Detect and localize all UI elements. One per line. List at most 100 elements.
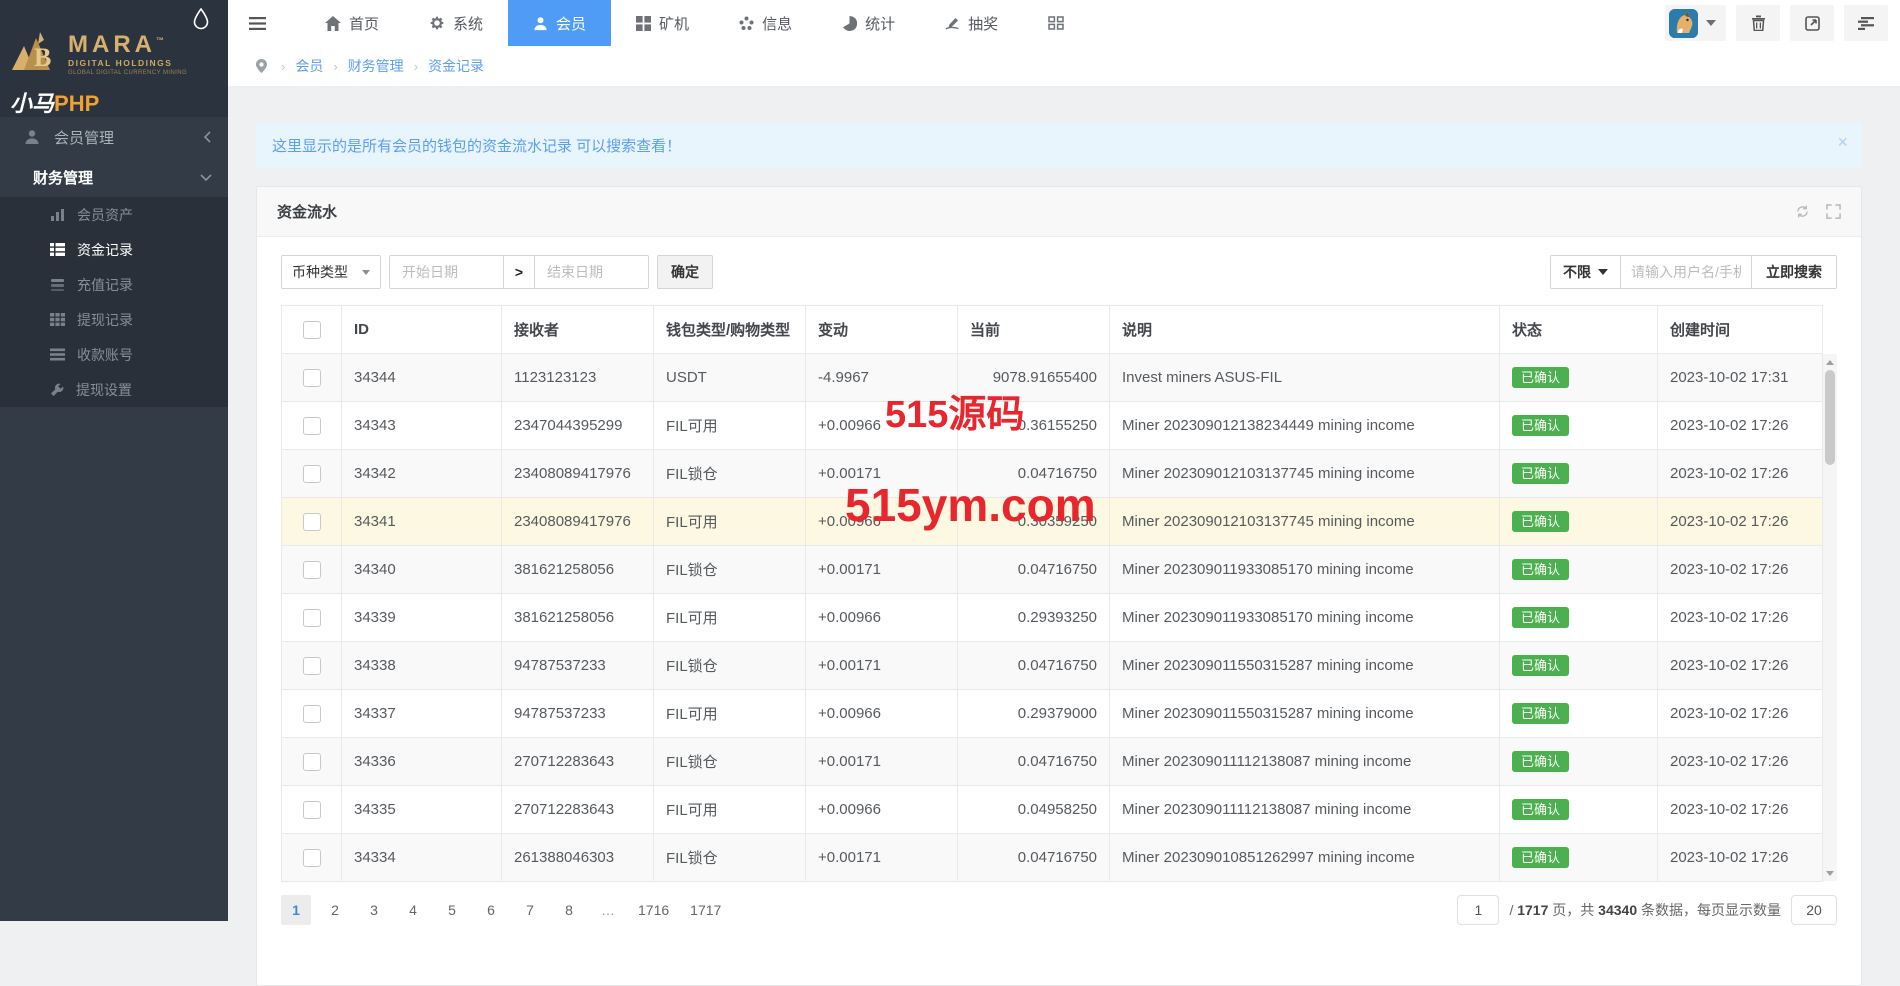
breadcrumb-item-finance[interactable]: 财务管理 — [348, 56, 404, 76]
row-checkbox[interactable] — [303, 609, 321, 627]
nav-item-miners[interactable]: 矿机 — [611, 0, 714, 46]
cell-id: 34344 — [342, 354, 502, 402]
cell-receiver: 94787537233 — [502, 642, 654, 690]
filter-toolbar: 币种类型 > 确定 — [281, 255, 1837, 289]
cell-wallet-type: FIL锁仓 — [654, 450, 806, 498]
cell-wallet-type: FIL可用 — [654, 498, 806, 546]
sidebar-item-deposit-records[interactable]: 充值记录 — [0, 267, 228, 302]
refresh-icon[interactable] — [1795, 204, 1810, 219]
column-header: 钱包类型/购物类型 — [654, 306, 806, 354]
table-vertical-scrollbar[interactable] — [1823, 354, 1837, 881]
alert-close-icon[interactable]: × — [1837, 133, 1848, 151]
cell-change: +0.00966 — [806, 786, 958, 834]
sidebar-item-withdraw-settings[interactable]: 提现设置 — [0, 372, 228, 407]
sidebar-item-withdraw-records[interactable]: 提现记录 — [0, 302, 228, 337]
trash-button[interactable] — [1736, 5, 1780, 41]
row-checkbox[interactable] — [303, 465, 321, 483]
row-checkbox[interactable] — [303, 801, 321, 819]
cell-current: 0.04716750 — [958, 738, 1110, 786]
sidebar-item-fund-records[interactable]: 资金记录 — [0, 232, 228, 267]
nav-item-members[interactable]: 会员 — [508, 0, 611, 46]
row-checkbox[interactable] — [303, 369, 321, 387]
cell-created-time: 2023-10-02 17:26 — [1658, 594, 1823, 642]
cell-current: 9078.91655400 — [958, 354, 1110, 402]
row-checkbox[interactable] — [303, 753, 321, 771]
sidebar-item-payment-accounts[interactable]: 收款账号 — [0, 337, 228, 372]
nav-item-messages[interactable]: 信息 — [714, 0, 817, 46]
cell-description: Miner 202309012138234449 mining income — [1110, 402, 1500, 450]
log-list-button[interactable] — [1844, 5, 1888, 41]
nav-item-system[interactable]: 系统 — [404, 0, 508, 46]
pie-chart-icon — [842, 16, 857, 31]
nav-item-apps[interactable] — [1023, 0, 1089, 46]
status-badge: 已确认 — [1512, 559, 1569, 580]
breadcrumb-item-members[interactable]: 会员 — [295, 56, 323, 76]
row-checkbox[interactable] — [303, 657, 321, 675]
cell-id: 34340 — [342, 546, 502, 594]
cell-change: +0.00171 — [806, 642, 958, 690]
caret-down-icon — [362, 270, 370, 275]
chevron-down-icon — [200, 173, 212, 182]
cell-wallet-type: USDT — [654, 354, 806, 402]
table-list-icon — [50, 243, 65, 256]
fund-flow-table: ID接收者钱包类型/购物类型变动当前说明状态创建时间 3434411231231… — [281, 305, 1837, 882]
end-date-input-wrap — [534, 255, 649, 289]
cell-change: +0.00966 — [806, 594, 958, 642]
table-row: 3434223408089417976FIL锁仓+0.001710.047167… — [282, 450, 1823, 498]
cell-description: Invest miners ASUS-FIL — [1110, 354, 1500, 402]
table-row: 34339381621258056FIL可用+0.009660.29393250… — [282, 594, 1823, 642]
row-checkbox[interactable] — [303, 561, 321, 579]
scrollbar-thumb[interactable] — [1825, 370, 1835, 465]
row-checkbox[interactable] — [303, 705, 321, 723]
select-all-checkbox[interactable] — [303, 321, 321, 339]
cell-receiver: 94787537233 — [502, 690, 654, 738]
pagination-summary: / 1717 页，共 34340 条数据，每页显示数量 — [1509, 900, 1781, 920]
row-checkbox[interactable] — [303, 849, 321, 867]
row-checkbox-cell — [282, 402, 342, 450]
hamburger-menu-icon[interactable] — [228, 0, 286, 46]
info-alert: 这里显示的是所有会员的钱包的资金流水记录 可以搜索查看！ × — [256, 123, 1862, 168]
share-dots-icon — [739, 16, 754, 31]
sidebar-item-finance-management[interactable]: 财务管理 — [0, 157, 228, 197]
cell-status: 已确认 — [1500, 786, 1658, 834]
confirm-button[interactable]: 确定 — [657, 255, 713, 289]
table-row: 343441123123123USDT-4.99679078.91655400I… — [282, 354, 1823, 402]
nav-item-lottery[interactable]: 抽奖 — [920, 0, 1023, 46]
search-input[interactable] — [1631, 264, 1741, 280]
cell-current: 0.04716750 — [958, 834, 1110, 882]
cell-receiver: 2347044395299 — [502, 402, 654, 450]
panel-title: 资金流水 — [277, 201, 1795, 222]
cell-status: 已确认 — [1500, 450, 1658, 498]
cell-status: 已确认 — [1500, 738, 1658, 786]
nav-item-home[interactable]: 首页 — [300, 0, 404, 46]
cell-created-time: 2023-10-02 17:31 — [1658, 354, 1823, 402]
row-checkbox[interactable] — [303, 417, 321, 435]
table-row: 3433794787537233FIL可用+0.009660.29379000M… — [282, 690, 1823, 738]
scroll-up-arrow[interactable] — [1823, 356, 1837, 368]
table-row: 34335270712283643FIL可用+0.009660.04958250… — [282, 786, 1823, 834]
search-button[interactable]: 立即搜索 — [1751, 255, 1837, 289]
scroll-down-arrow[interactable] — [1823, 867, 1837, 879]
fullscreen-icon[interactable] — [1826, 204, 1841, 219]
breadcrumb-item-fund-records[interactable]: 资金记录 — [428, 56, 484, 76]
cell-status: 已确认 — [1500, 546, 1658, 594]
start-date-input[interactable] — [402, 264, 491, 280]
external-link-button[interactable] — [1790, 5, 1834, 41]
user-avatar-dropdown[interactable] — [1665, 5, 1726, 41]
cell-description: Miner 202309010851262997 mining income — [1110, 834, 1500, 882]
home-icon — [325, 16, 341, 31]
end-date-input[interactable] — [547, 264, 636, 280]
fund-flow-panel: 资金流水 币种类型 — [256, 186, 1862, 986]
sidebar-item-member-assets[interactable]: 会员资产 — [0, 197, 228, 232]
row-checkbox-cell — [282, 738, 342, 786]
cell-receiver: 23408089417976 — [502, 450, 654, 498]
select-all-header — [282, 306, 342, 354]
column-header: 接收者 — [502, 306, 654, 354]
scope-select-button[interactable]: 不限 — [1550, 255, 1621, 289]
nav-item-statistics[interactable]: 统计 — [817, 0, 920, 46]
sidebar-item-member-management[interactable]: 会员管理 — [0, 117, 228, 157]
cell-description: Miner 202309011550315287 mining income — [1110, 690, 1500, 738]
row-checkbox[interactable] — [303, 513, 321, 531]
date-range-separator: > — [503, 255, 535, 289]
currency-type-select[interactable]: 币种类型 — [281, 255, 381, 289]
